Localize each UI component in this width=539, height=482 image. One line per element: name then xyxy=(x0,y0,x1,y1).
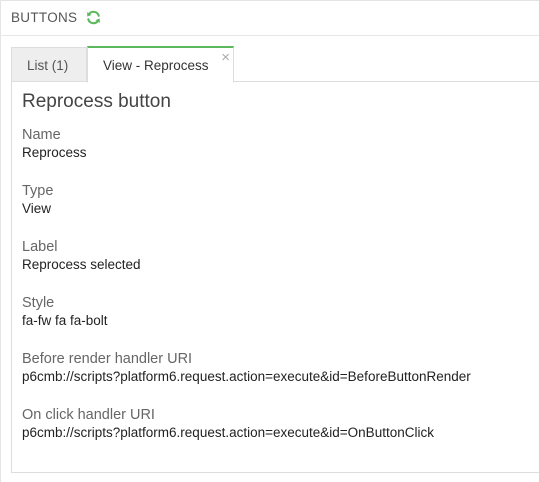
detail-panel: Reprocess button Name Reprocess Type Vie… xyxy=(11,81,539,473)
field-label: On click handler URI xyxy=(22,407,155,423)
field-label: Before render handler URI xyxy=(22,351,193,367)
close-icon[interactable]: × xyxy=(221,50,230,65)
field-label: Label xyxy=(22,239,58,255)
buttons-page: BUTTONS List (1) View - Reprocess × Repr… xyxy=(0,0,539,482)
tab-list-label: List (1) xyxy=(27,57,69,73)
field-value: fa-fw fa fa-bolt xyxy=(22,313,108,328)
tab-view-label: View - Reprocess xyxy=(103,57,209,73)
panel-title: Reprocess button xyxy=(22,91,171,112)
field-before-render-uri: Before render handler URI p6cmb://script… xyxy=(22,350,471,386)
refresh-icon[interactable] xyxy=(86,10,101,25)
tab-bar: List (1) View - Reprocess × xyxy=(11,46,539,83)
tab-list[interactable]: List (1) xyxy=(11,47,87,82)
field-name: Name Reprocess xyxy=(22,126,87,162)
field-label-text: Label Reprocess selected xyxy=(22,238,141,274)
page-header: BUTTONS xyxy=(0,0,539,36)
field-label: Style xyxy=(22,295,55,311)
page-title: BUTTONS xyxy=(11,10,78,25)
field-value: p6cmb://scripts?platform6.request.action… xyxy=(22,425,434,440)
field-label: Name xyxy=(22,127,61,143)
field-type: Type View xyxy=(22,182,53,218)
tab-view-reprocess[interactable]: View - Reprocess × xyxy=(87,46,234,83)
field-on-click-uri: On click handler URI p6cmb://scripts?pla… xyxy=(22,406,434,442)
field-value: Reprocess selected xyxy=(22,257,141,272)
field-value: View xyxy=(22,201,52,216)
field-style: Style fa-fw fa fa-bolt xyxy=(22,294,108,330)
field-value: p6cmb://scripts?platform6.request.action… xyxy=(22,369,471,384)
field-label: Type xyxy=(22,183,54,199)
field-value: Reprocess xyxy=(22,145,87,160)
